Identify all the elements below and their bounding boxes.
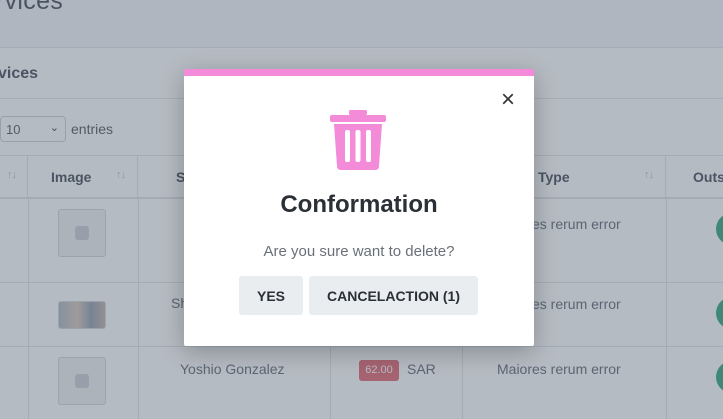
modal-title: Conformation <box>280 191 438 218</box>
delete-confirmation-modal: × Conformation Are you sure want to dele… <box>184 69 534 346</box>
yes-button[interactable]: YES <box>239 276 303 315</box>
close-icon[interactable]: × <box>499 88 517 112</box>
services-page: rvices vices 10 ⌄ entries ↑↓ Image ↑↓ S <box>0 0 723 419</box>
modal-message: Are you sure want to delete? <box>263 243 455 260</box>
trash-icon <box>330 110 386 170</box>
cancel-button[interactable]: CANCELACTION (1) <box>309 276 478 315</box>
